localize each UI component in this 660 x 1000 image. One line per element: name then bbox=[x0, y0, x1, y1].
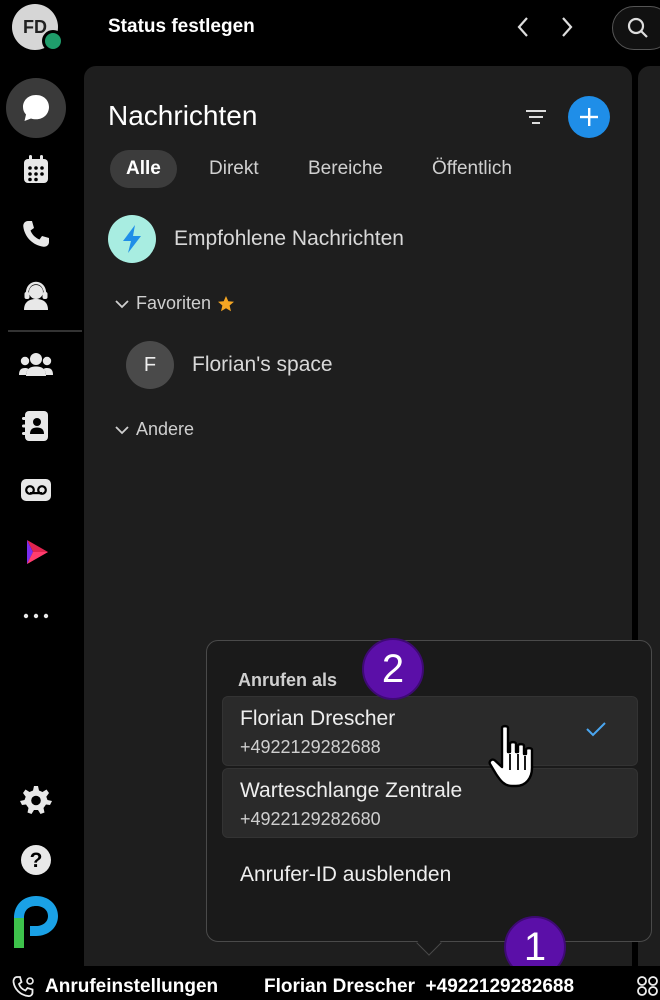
phone-icon[interactable] bbox=[6, 204, 66, 264]
other-section[interactable]: Andere bbox=[114, 419, 194, 440]
svg-text:?: ? bbox=[30, 849, 43, 872]
chevron-down-icon bbox=[115, 425, 129, 434]
hide-caller-id-option[interactable]: Anrufer-ID ausblenden bbox=[240, 863, 451, 887]
add-button[interactable] bbox=[568, 96, 610, 138]
team-icon[interactable] bbox=[6, 334, 66, 394]
tab-alle[interactable]: Alle bbox=[110, 150, 177, 188]
presence-indicator bbox=[42, 30, 64, 52]
tab-bereiche[interactable]: Bereiche bbox=[292, 150, 399, 188]
step-badge-2: 2 bbox=[362, 638, 424, 700]
page-title: Nachrichten bbox=[108, 100, 258, 131]
caller-id-button[interactable]: Florian Drescher +4922129282688 bbox=[264, 976, 574, 998]
filter-icon[interactable] bbox=[526, 108, 546, 131]
call-settings-button[interactable]: Anrufeinstellungen bbox=[45, 976, 218, 998]
recommended-messages[interactable]: Empfohlene Nachrichten bbox=[108, 215, 404, 263]
bottom-bar: Anrufeinstellungen Florian Drescher +492… bbox=[0, 966, 660, 1000]
option-name: Florian Drescher bbox=[240, 707, 396, 730]
devices-icon[interactable] bbox=[634, 974, 660, 998]
star-icon bbox=[218, 295, 235, 311]
search-icon bbox=[627, 17, 648, 38]
favorites-section[interactable]: Favoriten bbox=[114, 293, 241, 314]
contacts-icon[interactable] bbox=[6, 396, 66, 456]
popup-heading: Anrufen als bbox=[238, 670, 338, 690]
option-name: Warteschlange Zentrale bbox=[240, 779, 463, 802]
voicemail-icon[interactable] bbox=[6, 460, 66, 520]
plus-icon bbox=[580, 108, 598, 126]
more-icon[interactable] bbox=[6, 586, 66, 646]
other-label: Andere bbox=[136, 419, 195, 439]
webex-app-icon[interactable] bbox=[6, 522, 66, 582]
help-icon[interactable]: ? bbox=[6, 830, 66, 890]
option-number: +4922129282680 bbox=[240, 809, 381, 829]
headset-icon[interactable] bbox=[6, 266, 66, 326]
list-item[interactable]: F Florian's space bbox=[126, 341, 333, 389]
chat-icon[interactable] bbox=[6, 78, 66, 138]
top-bar: FD Status festlegen bbox=[0, 0, 660, 58]
call-settings-icon bbox=[12, 976, 34, 997]
recommended-label: Empfohlene Nachrichten bbox=[174, 227, 404, 250]
option-number: +4922129282688 bbox=[240, 737, 381, 757]
brand-logo bbox=[6, 892, 66, 952]
forward-arrow-icon[interactable] bbox=[552, 12, 582, 42]
search-input[interactable] bbox=[612, 6, 660, 50]
set-status-button[interactable]: Status festlegen bbox=[108, 16, 255, 38]
call-as-popup: Anrufen als Florian Drescher +4922129282… bbox=[206, 640, 652, 942]
caller-option-queue[interactable]: Warteschlange Zentrale +4922129282680 bbox=[222, 768, 638, 838]
hand-cursor-icon bbox=[488, 724, 544, 795]
caller-option-florian[interactable]: Florian Drescher +4922129282688 bbox=[222, 696, 638, 766]
space-name: Florian's space bbox=[192, 353, 333, 376]
tab-oeffentlich[interactable]: Öffentlich bbox=[416, 150, 528, 188]
calendar-icon[interactable] bbox=[6, 140, 66, 200]
space-avatar: F bbox=[126, 341, 174, 389]
checkmark-icon bbox=[586, 722, 606, 737]
chevron-down-icon bbox=[115, 299, 129, 308]
lightning-icon bbox=[108, 215, 156, 263]
left-rail: ? bbox=[0, 58, 82, 1000]
rail-divider bbox=[8, 330, 82, 332]
favorites-label: Favoriten bbox=[136, 293, 212, 313]
settings-icon[interactable] bbox=[6, 770, 66, 830]
tab-direkt[interactable]: Direkt bbox=[193, 150, 275, 188]
back-arrow-icon[interactable] bbox=[508, 12, 538, 42]
